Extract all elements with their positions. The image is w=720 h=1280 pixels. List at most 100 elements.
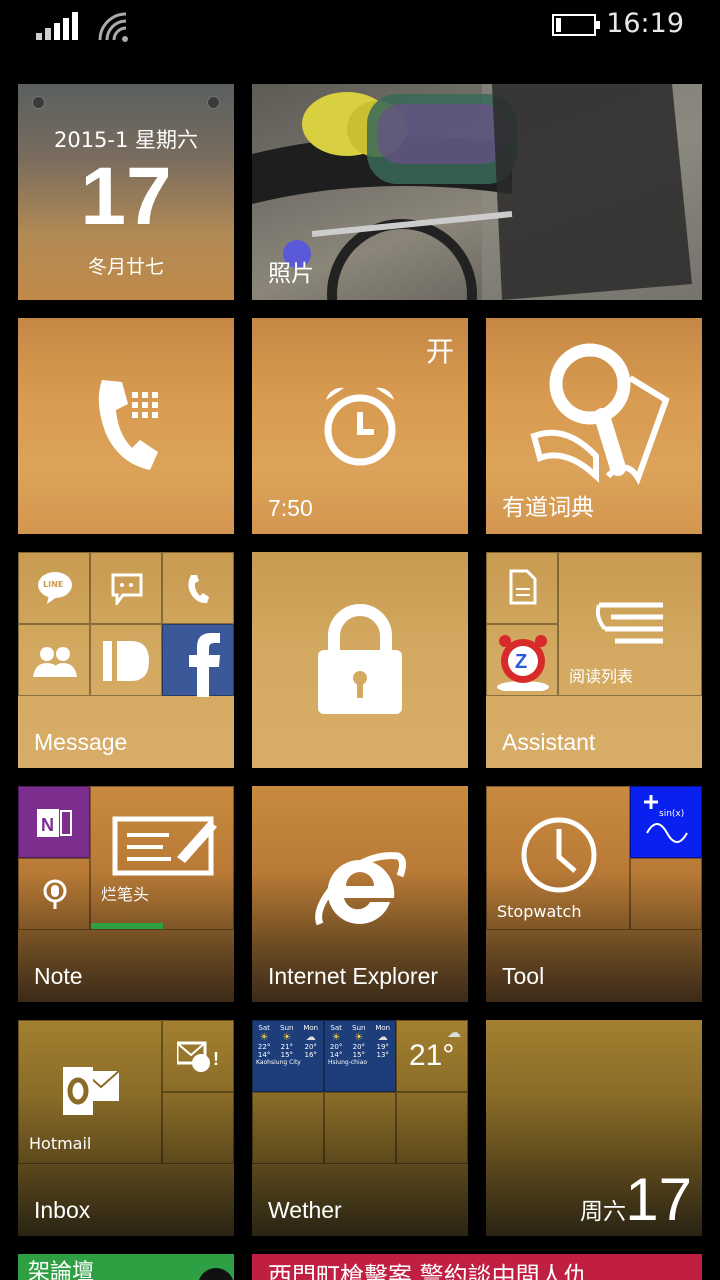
wifi-icon xyxy=(98,12,128,42)
sun-icon: ☀ xyxy=(259,1032,269,1043)
weather-hi: 22° xyxy=(257,1043,271,1051)
weather-days: Sat ☀ 20° 14° Sun ☀ 20° 15° Mon ☁ 19° 13° xyxy=(325,1021,395,1059)
assistant-folder-tile[interactable]: Z 阅读列表 Assistant xyxy=(486,552,702,768)
onenote-subtile[interactable]: N xyxy=(18,786,90,858)
phone-small-icon xyxy=(188,575,209,604)
weather-days: Sat ☀ 22° 14° Sun ☀ 21° 15° Mon ☁ 20° 16° xyxy=(253,1021,323,1059)
battery-low-icon xyxy=(552,14,600,36)
outlook-icon xyxy=(63,1067,120,1115)
alarm-tile[interactable]: 开 7:50 xyxy=(252,318,468,534)
document-subtile[interactable] xyxy=(486,552,558,624)
weekday-label: 周六 xyxy=(580,1199,626,1225)
facebook-subtile[interactable] xyxy=(162,624,234,697)
status-bar: 16:19 xyxy=(0,0,720,56)
stopwatch-subtile[interactable]: Stopwatch xyxy=(486,786,630,930)
date-tile[interactable]: 周六 17 xyxy=(486,1020,702,1236)
yahoo-mail-icon: ! xyxy=(177,1041,219,1072)
reading-list-subtile[interactable]: 阅读列表 xyxy=(558,552,702,696)
weather-city-name: Kaohsiung City xyxy=(256,1059,301,1066)
outlook-subtile[interactable]: Hotmail xyxy=(18,1020,162,1164)
internet-explorer-icon xyxy=(315,852,406,926)
people-subtile[interactable] xyxy=(18,624,90,696)
news-headline: 西門町槍擊案 警約談中間人仇 xyxy=(268,1262,588,1280)
calendar-header: 2015-1 星期六 xyxy=(53,128,199,152)
line-subtile[interactable]: LINE xyxy=(18,552,90,624)
phone-tile[interactable] xyxy=(18,318,234,534)
photos-label: 照片 xyxy=(268,261,314,287)
voice-note-icon xyxy=(43,879,67,909)
notebook-subtile[interactable]: 烂笔头 xyxy=(90,786,234,930)
calculator-text: sin(x) xyxy=(659,809,685,819)
people-icon xyxy=(33,647,77,677)
empty-subtile xyxy=(396,1092,468,1164)
stopwatch-icon xyxy=(521,817,597,893)
weather-label: Wether xyxy=(268,1197,342,1223)
lunar-date: 冬月廿七 xyxy=(87,256,164,278)
alarm-clock-icon xyxy=(324,387,396,466)
calendar-tile[interactable]: 2015-1 星期六 17 冬月廿七 xyxy=(18,84,234,300)
reading-list-icon xyxy=(595,602,663,644)
date-day: 17 xyxy=(625,1166,692,1233)
sun-icon: ☀ xyxy=(331,1032,341,1043)
svg-text:Z: Z xyxy=(515,651,527,673)
current-temperature: 21° xyxy=(409,1039,455,1072)
weather-city-subtile[interactable]: Sat ☀ 22° 14° Sun ☀ 21° 15° Mon ☁ 20° 16° Kaohsiu… xyxy=(252,1020,324,1092)
bolt-decoration xyxy=(207,96,220,109)
messaging-subtile[interactable] xyxy=(90,552,162,624)
sun-icon: ☀ xyxy=(354,1032,364,1043)
lock-icon xyxy=(318,604,402,714)
clock-time: 16:19 xyxy=(606,8,684,39)
phone-subtile[interactable] xyxy=(162,552,234,624)
voice-note-subtile[interactable] xyxy=(18,858,90,930)
message-folder-tile[interactable]: LINE Message xyxy=(18,552,234,768)
photos-tile[interactable]: 照片 xyxy=(252,84,702,300)
weather-city-name: Hsiung-chiao xyxy=(328,1059,367,1066)
weather-temp-subtile[interactable]: ☁ 21° xyxy=(396,1020,468,1092)
line-text: LINE xyxy=(43,580,64,589)
empty-subtile xyxy=(324,1092,396,1164)
weather-day: Sun xyxy=(352,1024,366,1032)
empty-subtile xyxy=(252,1092,324,1164)
dictionary-tile[interactable]: 有道词典 xyxy=(486,318,702,534)
zclock-subtile[interactable]: Z xyxy=(486,624,558,696)
weather-hi: 21° xyxy=(280,1043,294,1051)
magnifier-book-icon xyxy=(530,343,670,485)
note-folder-tile[interactable]: N 烂笔头 Note xyxy=(18,786,234,1002)
red-alarm-app-icon: Z xyxy=(497,635,549,691)
facebook-icon xyxy=(189,633,220,697)
function-plot-icon xyxy=(644,795,688,843)
weather-folder-tile[interactable]: Sat ☀ 22° 14° Sun ☀ 21° 15° Mon ☁ 20° 16° Kaohsiu… xyxy=(252,1020,468,1236)
weather-day: Mon xyxy=(375,1024,391,1032)
cloud-icon: ☁ xyxy=(305,1032,316,1043)
weather-lo: 16° xyxy=(304,1051,317,1059)
id-icon xyxy=(103,641,149,681)
inbox-folder-tile[interactable]: Hotmail ! Inbox xyxy=(18,1020,234,1236)
sun-icon: ☀ xyxy=(282,1032,292,1043)
weather-lo: 14° xyxy=(257,1051,271,1059)
weather-hi: 20° xyxy=(329,1043,343,1051)
tool-folder-tile[interactable]: Stopwatch sin(x) Tool xyxy=(486,786,702,1002)
forum-label: 架論壇 xyxy=(28,1260,95,1280)
bolt-decoration xyxy=(32,96,45,109)
onenote-icon: N xyxy=(37,809,72,837)
id-subtile[interactable] xyxy=(90,624,162,696)
forum-tile[interactable]: 架論壇 xyxy=(18,1254,234,1280)
hotmail-label: Hotmail xyxy=(29,1134,92,1153)
note-label: Note xyxy=(34,963,83,989)
tool-label: Tool xyxy=(502,963,545,989)
yahoo-mail-subtile[interactable]: ! xyxy=(162,1020,234,1092)
weather-hi: 19° xyxy=(376,1043,389,1051)
svg-text:N: N xyxy=(41,815,54,835)
calendar-day: 17 xyxy=(80,151,172,242)
internet-explorer-tile[interactable]: Internet Explorer xyxy=(252,786,468,1002)
document-icon xyxy=(509,569,537,605)
inbox-label: Inbox xyxy=(34,1197,91,1223)
weather-city-subtile[interactable]: Sat ☀ 20° 14° Sun ☀ 20° 15° Mon ☁ 19° 13° Hsiung-… xyxy=(324,1020,396,1092)
progress-strip xyxy=(91,923,163,929)
news-tile[interactable]: 西門町槍擊案 警約談中間人仇 xyxy=(252,1254,702,1280)
lock-tile[interactable] xyxy=(252,552,468,768)
message-label: Message xyxy=(34,729,128,755)
alarm-time: 7:50 xyxy=(268,495,313,521)
empty-subtile xyxy=(162,1092,234,1164)
calculator-subtile[interactable]: sin(x) xyxy=(630,786,702,858)
